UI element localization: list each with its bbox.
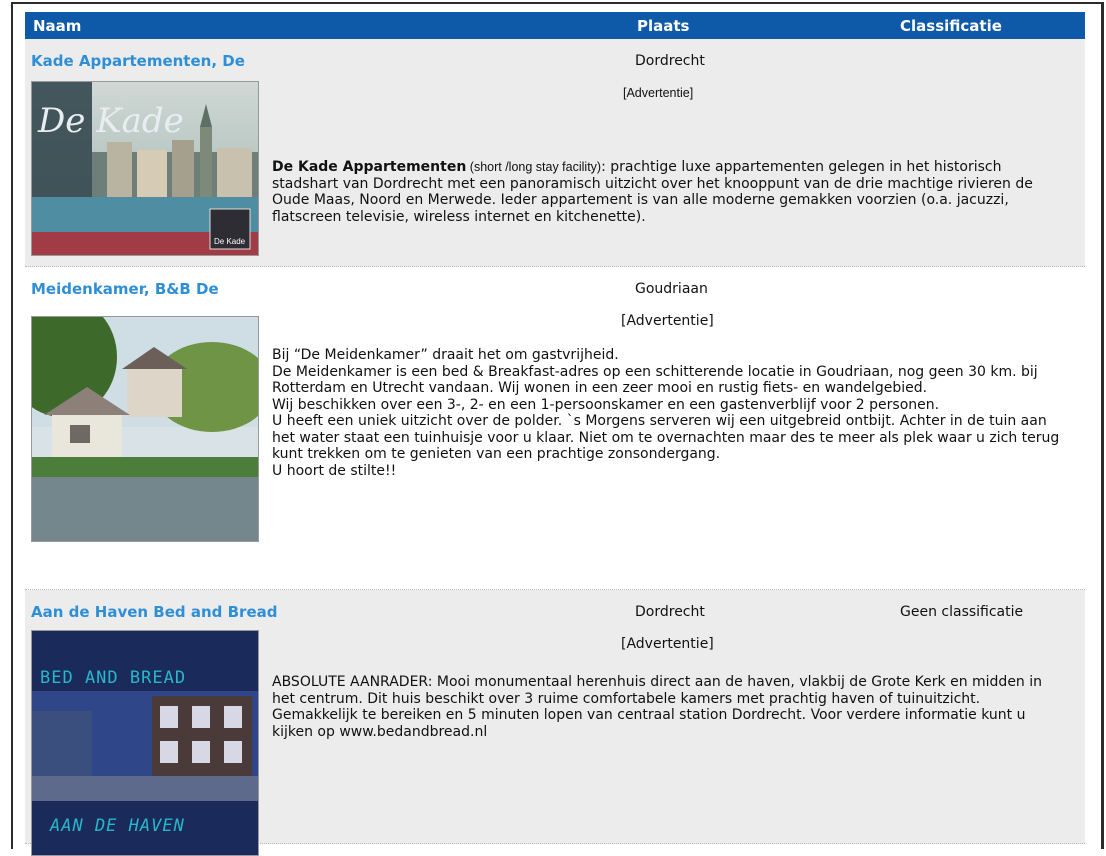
table-row: Aan de Haven Bed and Bread Dordrecht Gee… bbox=[25, 590, 1085, 856]
accommodation-place: Dordrecht bbox=[635, 53, 705, 69]
accommodation-name-link[interactable]: Aan de Haven Bed and Bread bbox=[31, 603, 277, 621]
table-header: Naam Plaats Classificatie bbox=[25, 12, 1085, 39]
description-line: U hoort de stilte!! bbox=[272, 462, 397, 479]
accommodation-classification: Geen classificatie bbox=[900, 604, 1024, 620]
table-row: Kade Appartementen, De Dordrecht [Advert… bbox=[25, 39, 1085, 267]
column-header-name: Naam bbox=[33, 17, 82, 35]
accommodation-name-link[interactable]: Meidenkamer, B&B De bbox=[31, 280, 219, 298]
advertisement-label: [Advertentie] bbox=[621, 636, 714, 652]
accommodation-photo[interactable] bbox=[31, 316, 259, 542]
accommodation-description: ABSOLUTE AANRADER: Mooi monumentaal here… bbox=[272, 674, 1043, 740]
photo-title-text: De Kade bbox=[37, 101, 184, 141]
description-line: Bij “De Meidenkamer” draait het om gastv… bbox=[272, 347, 619, 363]
description-small-note: (short /long stay facility) bbox=[466, 160, 602, 174]
window-border-left bbox=[11, 2, 13, 849]
window-border-top bbox=[11, 2, 1104, 4]
accommodation-place: Dordrecht bbox=[635, 604, 705, 620]
accommodation-name-link[interactable]: Kade Appartementen, De bbox=[31, 52, 245, 70]
description-line: U heeft een uniek uitzicht over de polde… bbox=[272, 413, 1060, 462]
column-header-classification: Classificatie bbox=[900, 17, 1002, 35]
window-border-right bbox=[1101, 2, 1104, 849]
description-line: Wij beschikken over een 3-, 2- en een 1-… bbox=[272, 396, 940, 413]
accommodation-photo[interactable]: De Kade De Kade bbox=[31, 81, 259, 256]
column-header-place: Plaats bbox=[637, 17, 690, 35]
accommodation-place: Goudriaan bbox=[635, 281, 708, 297]
accommodation-photo[interactable]: BED AND BREAD AAN DE HAVEN bbox=[31, 630, 259, 856]
table-row: Meidenkamer, B&B De Goudriaan [Advertent… bbox=[25, 267, 1085, 590]
photo-badge-text: De Kade bbox=[214, 237, 246, 246]
description-line: De Meidenkamer is een bed & Breakfast-ad… bbox=[272, 363, 1038, 397]
advertisement-label: [Advertentie] bbox=[621, 313, 714, 329]
description-bold-name: De Kade Appartementen bbox=[272, 159, 467, 175]
advertisement-label: [Advertentie] bbox=[623, 86, 694, 100]
photo-top-text: BED AND BREAD bbox=[40, 668, 186, 688]
accommodation-description: De Kade Appartementen (short /long stay … bbox=[272, 159, 1067, 225]
accommodation-table: Naam Plaats Classificatie Kade Apparteme… bbox=[25, 12, 1085, 856]
accommodation-description: Bij “De Meidenkamer” draait het om gastv… bbox=[272, 347, 1067, 479]
photo-bottom-text: AAN DE HAVEN bbox=[49, 816, 185, 836]
